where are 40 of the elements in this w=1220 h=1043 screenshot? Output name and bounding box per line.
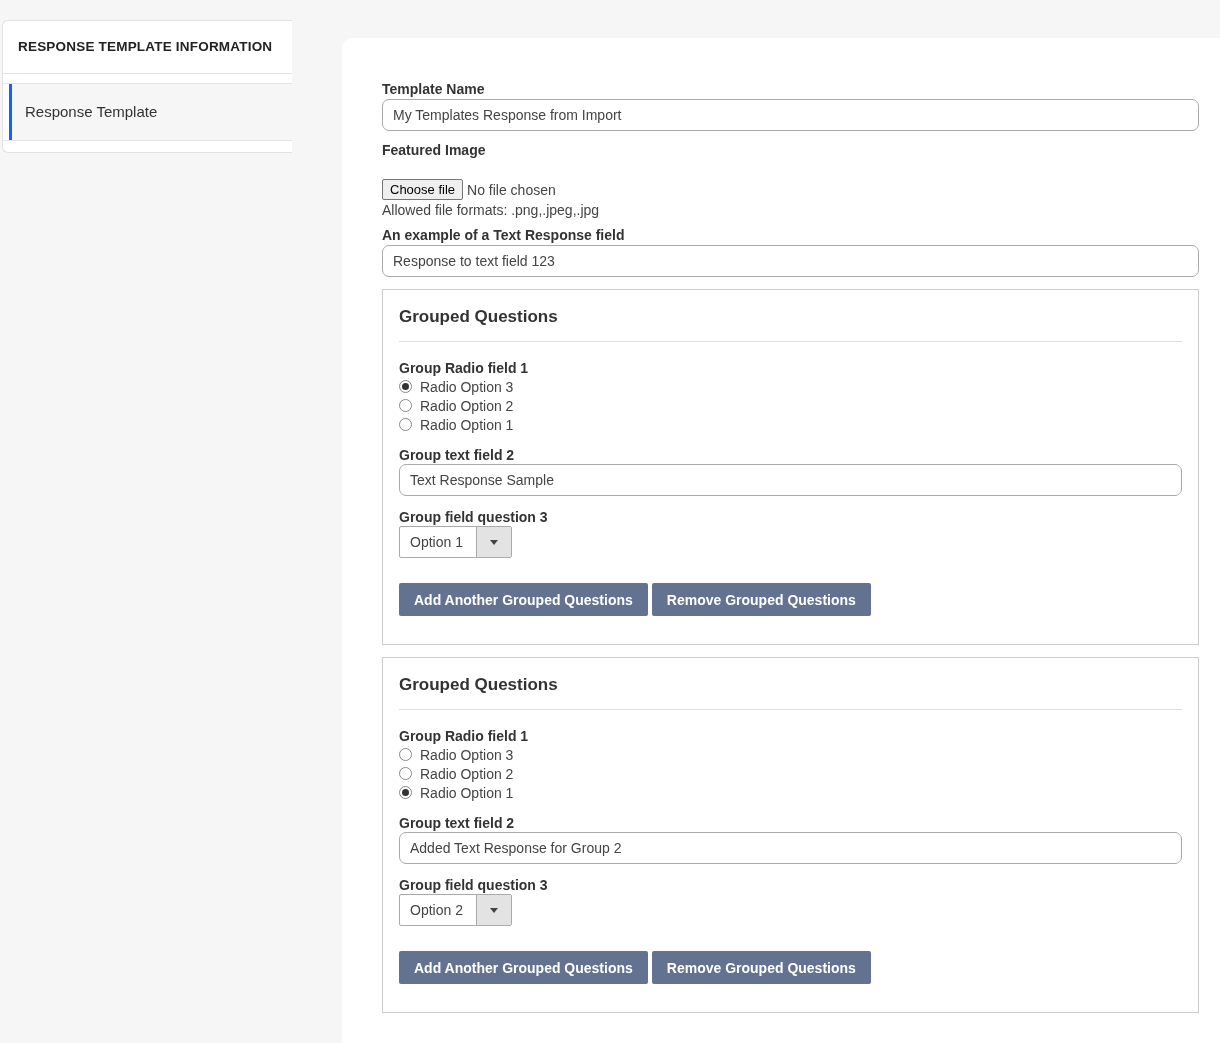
choose-file-button[interactable]: Choose file xyxy=(382,179,464,200)
caret-icon xyxy=(490,907,498,913)
radio-option[interactable]: Radio Option 2 xyxy=(399,764,514,783)
input-field[interactable]: Response to text field 123 xyxy=(382,245,1199,277)
field-label: Group field question 3 xyxy=(399,508,549,526)
sidebar-item[interactable]: Response Template xyxy=(9,84,292,140)
format-hint: Allowed file formats: .png,.jpeg,.jpg xyxy=(382,202,601,218)
group-title: Grouped Questions xyxy=(399,304,1182,342)
field-label: Group Radio field 1 xyxy=(399,359,530,377)
action-button[interactable]: Remove Grouped Questions xyxy=(651,951,871,984)
field-label: Template Name xyxy=(382,80,486,98)
field-label: Group text field 2 xyxy=(399,814,516,832)
action-button[interactable]: Add Another Grouped Questions xyxy=(399,951,648,984)
radio-option[interactable]: Radio Option 2 xyxy=(399,396,514,415)
radio-button[interactable] xyxy=(399,767,412,780)
input-field[interactable]: My Templates Response from Import xyxy=(382,99,1199,131)
field-label: Featured Image xyxy=(382,141,487,159)
action-button[interactable]: Add Another Grouped Questions xyxy=(399,583,648,616)
radio-option[interactable]: Radio Option 3 xyxy=(399,377,514,396)
file-status: No file chosen xyxy=(467,181,556,198)
dropdown[interactable]: Option 2 xyxy=(399,894,512,926)
radio-button[interactable] xyxy=(399,380,412,393)
dropdown[interactable]: Option 1 xyxy=(399,526,512,558)
radio-button[interactable] xyxy=(399,748,412,761)
sidebar-title: RESPONSE TEMPLATE INFORMATION xyxy=(3,21,292,74)
radio-button[interactable] xyxy=(399,399,412,412)
caret-icon xyxy=(490,539,498,545)
input-field[interactable]: Added Text Response for Group 2 xyxy=(399,832,1182,864)
field-label: Group Radio field 1 xyxy=(399,727,530,745)
field-label: Group field question 3 xyxy=(399,876,549,894)
input-field[interactable]: Text Response Sample xyxy=(399,464,1182,496)
radio-option[interactable]: Radio Option 3 xyxy=(399,745,514,764)
field-label: Group text field 2 xyxy=(399,446,516,464)
radio-option[interactable]: Radio Option 1 xyxy=(399,415,514,434)
group-title: Grouped Questions xyxy=(399,672,1182,710)
radio-button[interactable] xyxy=(399,418,412,431)
radio-button[interactable] xyxy=(399,786,412,799)
field-label: An example of a Text Response field xyxy=(382,226,626,244)
radio-option[interactable]: Radio Option 1 xyxy=(399,783,514,802)
action-button[interactable]: Remove Grouped Questions xyxy=(651,583,871,616)
